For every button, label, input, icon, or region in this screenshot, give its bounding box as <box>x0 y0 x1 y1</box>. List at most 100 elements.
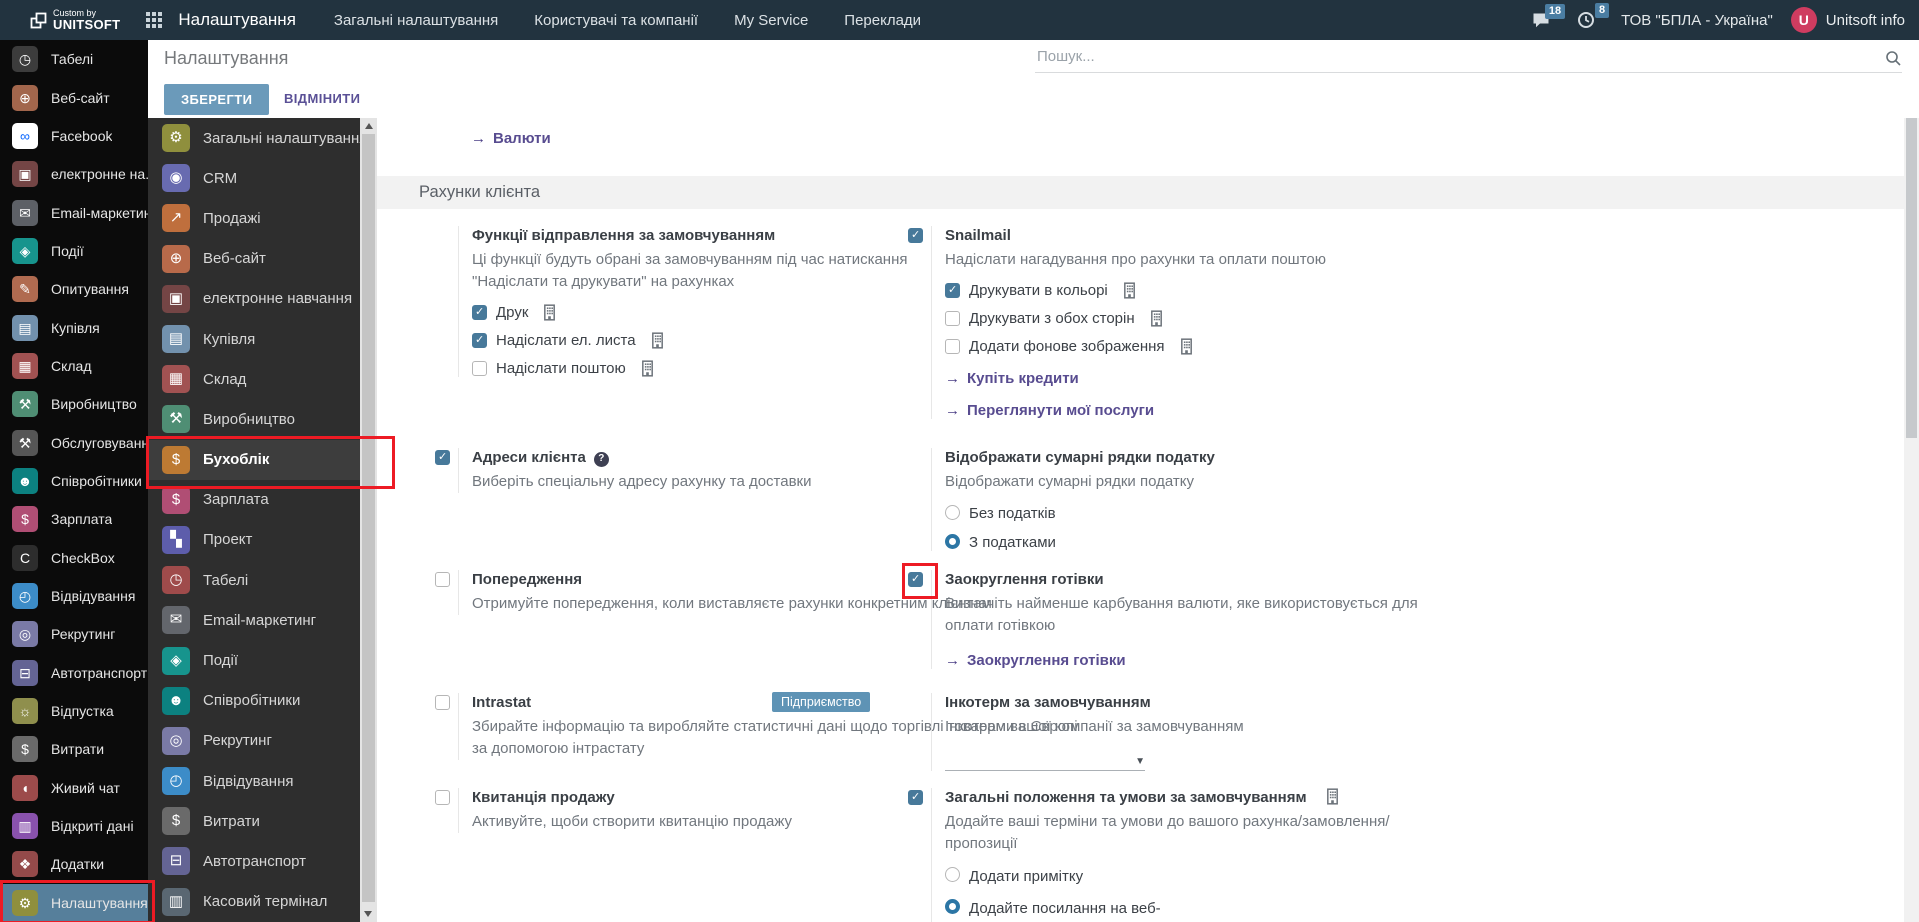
avatar[interactable]: U <box>1790 7 1817 33</box>
sidebar-scroll-thumb[interactable] <box>362 134 375 902</box>
search-icon[interactable] <box>1885 50 1902 72</box>
print-color-checkbox[interactable] <box>945 283 960 298</box>
cash-rounding-link[interactable]: → Заокруглення готівки <box>945 652 1428 669</box>
add-note-radio[interactable] <box>945 867 960 882</box>
sidebar-item-opendata[interactable]: ▥ Відкриті дані <box>0 807 148 845</box>
send-post-checkbox[interactable] <box>472 361 487 376</box>
check-row-send-email: Надіслати ел. листа <box>472 332 908 349</box>
terms-checkbox[interactable] <box>908 790 923 805</box>
sidebar-item-inventory[interactable]: ▦ Склад <box>0 347 148 385</box>
sidebar-item-timeoff[interactable]: ☼ Відпустка <box>0 692 148 730</box>
unitsoft-logo[interactable]: Custom by UNITSOFT <box>30 9 120 31</box>
sidebar-item-elearning[interactable]: ▣ електронне на... <box>0 155 148 193</box>
settings-nav-payroll[interactable]: $ Зарплата <box>148 480 360 520</box>
top-menu-users-companies[interactable]: Користувачі та компанії <box>534 12 698 29</box>
cash-rounding-checkbox[interactable] <box>908 572 923 587</box>
scroll-down-arrow[interactable] <box>364 911 372 917</box>
settings-nav-sales[interactable]: ↗ Продажі <box>148 198 360 238</box>
settings-nav-employees[interactable]: ☻ Співробітники <box>148 681 360 721</box>
timesheets-icon: ◷ <box>12 46 38 73</box>
sidebar-item-email-marketing[interactable]: ✉ Email-маркетинг <box>0 193 148 231</box>
sidebar-item-surveys[interactable]: ✎ Опитування <box>0 270 148 308</box>
settings-nav-website[interactable]: ⊕ Веб-сайт <box>148 239 360 279</box>
currencies-link[interactable]: → Валюти <box>471 130 551 147</box>
settings-nav-timesheets[interactable]: ◷ Табелі <box>148 560 360 600</box>
sidebar-item-livechat[interactable]: ◖ Живий чат <box>0 769 148 807</box>
check-row-cover-bg: Додати фонове зображення <box>945 338 1408 355</box>
settings-nav-manufacturing[interactable]: ⚒ Виробництво <box>148 399 360 439</box>
cover-bg-checkbox[interactable] <box>945 339 960 354</box>
top-navbar: Custom by UNITSOFT Налаштування Загальні… <box>0 0 1919 40</box>
sidebar-item-payroll[interactable]: $ Зарплата <box>0 500 148 538</box>
sidebar-item-recruitment[interactable]: ◎ Рекрутинг <box>0 615 148 653</box>
settings-nav-pos[interactable]: ▥ Касовий термінал <box>148 882 360 922</box>
settings-nav-recruitment[interactable]: ◎ Рекрутинг <box>148 721 360 761</box>
current-app-name[interactable]: Налаштування <box>178 10 296 30</box>
help-icon[interactable]: ? <box>593 451 609 467</box>
sale-receipt-checkbox[interactable] <box>435 790 450 805</box>
settings-nav-crm[interactable]: ◉ CRM <box>148 158 360 198</box>
sidebar-item-fleet[interactable]: ⊟ Автотранспорт <box>0 654 148 692</box>
sidebar-item-settings[interactable]: ⚙ Налаштування <box>0 883 148 922</box>
page-scrollbar[interactable] <box>1904 118 1919 922</box>
snailmail-checkbox[interactable] <box>908 228 923 243</box>
sidebar-item-facebook[interactable]: ∞ Facebook <box>0 117 148 155</box>
print-checkbox[interactable] <box>472 305 487 320</box>
sidebar-item-purchase[interactable]: ▤ Купівля <box>0 308 148 346</box>
sidebar-item-checkbox[interactable]: C CheckBox <box>0 538 148 576</box>
settings-nav-elearning[interactable]: ▣ електронне навчання <box>148 279 360 319</box>
sidebar-item-maintenance[interactable]: ⚒ Обслуговування <box>0 423 148 461</box>
top-menu-general-settings[interactable]: Загальні налаштування <box>334 12 498 29</box>
search-input[interactable] <box>1035 44 1869 69</box>
addresses-checkbox[interactable] <box>435 450 450 465</box>
sidebar-item-apps[interactable]: ❖ Додатки <box>0 845 148 883</box>
intrastat-checkbox[interactable] <box>435 695 450 710</box>
activities-icon[interactable]: 8 <box>1577 3 1610 29</box>
warnings-checkbox[interactable] <box>435 572 450 587</box>
settings-nav-expenses[interactable]: $ Витрати <box>148 801 360 841</box>
company-switcher[interactable]: ТОВ "БПЛА - Україна" <box>1621 12 1773 29</box>
settings-nav-attendance[interactable]: ◴ Відвідування <box>148 761 360 801</box>
sidebar-item-employees[interactable]: ☻ Співробітники <box>0 462 148 500</box>
sidebar-item-expenses[interactable]: $ Витрати <box>0 730 148 768</box>
top-menu-my-service[interactable]: My Service <box>734 12 808 29</box>
inventory-icon: ▦ <box>162 365 190 394</box>
sidebar-item-events[interactable]: ◈ Події <box>0 232 148 270</box>
radio-row-add-note: Додати примітку <box>945 867 1408 887</box>
settings-nav-events[interactable]: ◈ Події <box>148 640 360 680</box>
settings-nav-general[interactable]: ⚙ Загальні налаштування <box>148 118 360 158</box>
scroll-up-arrow[interactable] <box>364 123 373 129</box>
settings-nav-inventory[interactable]: ▦ Склад <box>148 359 360 399</box>
recruitment-icon: ◎ <box>162 726 190 755</box>
sidebar-item-manufacturing[interactable]: ⚒ Виробництво <box>0 385 148 423</box>
with-taxes-radio[interactable] <box>945 534 960 549</box>
no-taxes-radio[interactable] <box>945 505 960 520</box>
buy-credits-link[interactable]: → Купіть кредити <box>945 370 1408 387</box>
setting-cash-rounding: Заокруглення готівки Визначіть найменше … <box>908 570 1428 669</box>
sidebar-item-attendance[interactable]: ◴ Відвідування <box>0 577 148 615</box>
settings-nav-fleet[interactable]: ⊟ Автотранспорт <box>148 841 360 881</box>
save-button[interactable]: ЗБЕРЕГТИ <box>164 84 270 115</box>
apps-grid-icon[interactable] <box>146 12 163 28</box>
settings-nav-project[interactable]: ▚ Проект <box>148 520 360 560</box>
user-menu[interactable]: Unitsoft info <box>1826 12 1905 29</box>
incoterm-dropdown[interactable]: ▼ <box>945 756 1145 771</box>
breadcrumb[interactable]: Налаштування <box>164 48 288 69</box>
messages-icon[interactable]: 18 <box>1532 3 1566 29</box>
view-services-link[interactable]: → Переглянути мої послуги <box>945 402 1408 419</box>
page-scroll-thumb[interactable] <box>1906 118 1917 438</box>
facebook-icon: ∞ <box>12 122 38 149</box>
sidebar-item-website[interactable]: ⊕ Веб-сайт <box>0 78 148 116</box>
settings-nav-email-marketing[interactable]: ✉ Email-маркетинг <box>148 600 360 640</box>
top-menu-translations[interactable]: Переклади <box>844 12 921 29</box>
sidebar-scrollbar[interactable] <box>360 118 377 922</box>
duplex-checkbox[interactable] <box>945 311 960 326</box>
web-link-radio[interactable] <box>945 899 960 914</box>
cancel-button[interactable]: ВІДМІНИТИ <box>278 90 366 107</box>
send-email-checkbox[interactable] <box>472 333 487 348</box>
sidebar-item-timesheets[interactable]: ◷ Табелі <box>0 40 148 78</box>
settings-nav-purchase[interactable]: ▤ Купівля <box>148 319 360 359</box>
sales-icon: ↗ <box>162 204 190 233</box>
settings-nav-accounting[interactable]: $ Бухоблік <box>148 439 360 480</box>
chevron-down-icon: ▼ <box>1135 756 1145 767</box>
